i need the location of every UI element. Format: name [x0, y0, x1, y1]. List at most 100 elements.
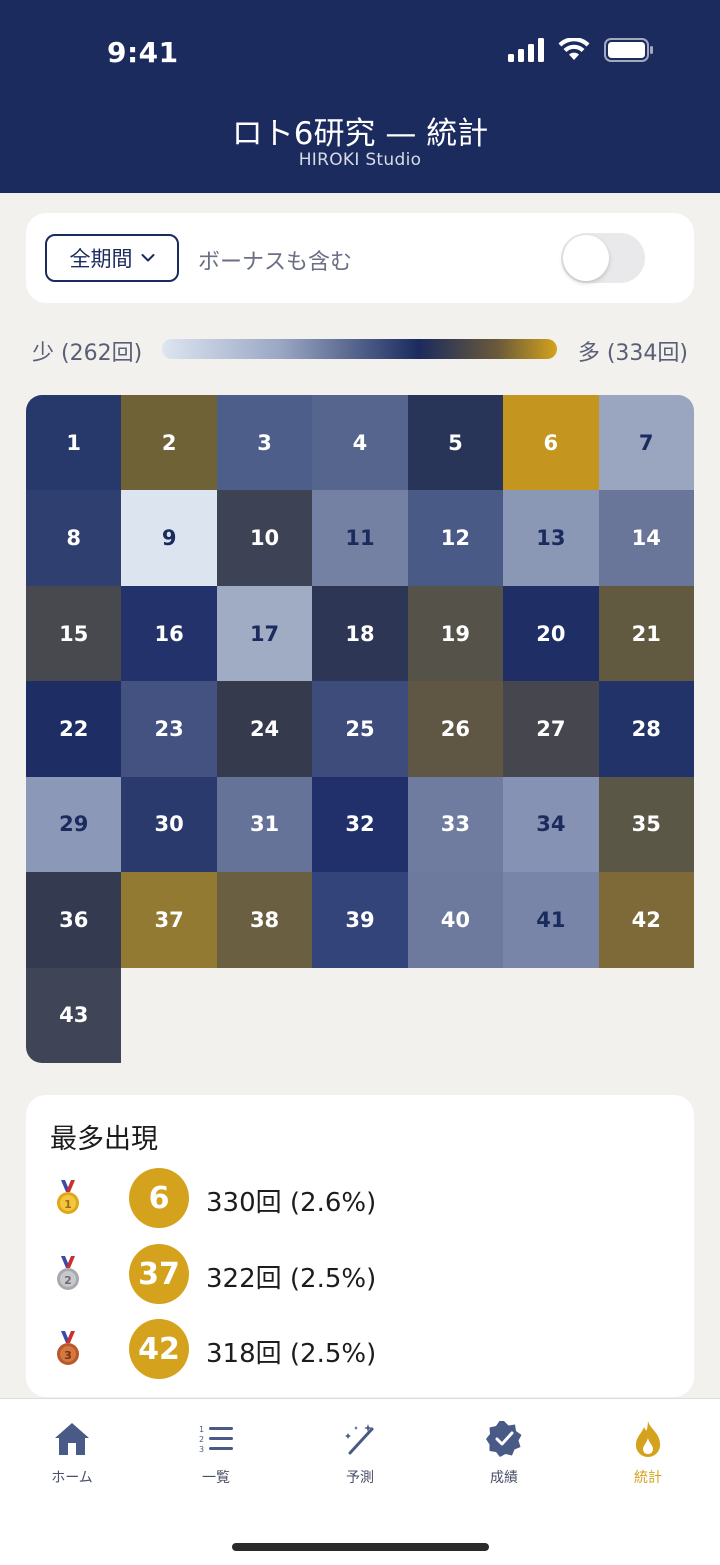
heatmap-cell[interactable]: 4 — [312, 395, 408, 491]
tab-list-label: 一覧 — [202, 1470, 230, 1486]
heatmap-cell[interactable]: 23 — [121, 681, 217, 777]
tab-home-label: ホーム — [51, 1470, 93, 1486]
bonus-toggle[interactable] — [561, 233, 645, 283]
home-icon — [52, 1419, 92, 1459]
period-select[interactable]: 全期間 — [45, 234, 179, 282]
heatmap-cell[interactable]: 35 — [598, 776, 694, 873]
bonus-toggle-label: ボーナスも含む — [198, 250, 353, 275]
svg-text:3: 3 — [199, 1445, 204, 1454]
heatmap-cell[interactable]: 41 — [503, 872, 599, 968]
heatmap-cell[interactable]: 10 — [216, 490, 313, 586]
heatmap-cell[interactable]: 6 — [503, 395, 599, 491]
silver-medal-icon: 2 — [57, 1256, 79, 1290]
heatmap-cell[interactable]: 20 — [503, 585, 599, 682]
page-title: ロト6研究 — 統計 — [231, 116, 489, 152]
rank-stat: 330回 (2.6%) — [206, 1188, 377, 1218]
flame-icon — [628, 1419, 668, 1459]
tab-stats-label: 統計 — [634, 1470, 662, 1486]
heatmap-cell[interactable]: 24 — [216, 681, 313, 777]
heatmap-cell[interactable]: 13 — [503, 490, 599, 586]
svg-text:2: 2 — [199, 1435, 204, 1444]
rank-row-1[interactable]: 1 6 330回 (2.6%) — [50, 1168, 650, 1228]
heatmap-cell[interactable]: 8 — [26, 490, 122, 586]
heatmap-cell[interactable]: 34 — [503, 776, 599, 873]
page-subtitle: HIROKI Studio — [298, 150, 422, 170]
heatmap-cell[interactable]: 12 — [407, 490, 504, 586]
legend-low-label: 少 (262回) — [32, 341, 143, 366]
heatmap-cell[interactable]: 28 — [598, 681, 694, 777]
app-header: 9:41 ロト6研究 — 統計 HIROKI Studio — [0, 0, 720, 193]
heatmap-cell[interactable]: 31 — [216, 776, 313, 873]
cellular-signal-icon — [508, 38, 544, 62]
tab-predict[interactable]: 予測 — [288, 1419, 432, 1487]
period-select-label: 全期間 — [69, 247, 133, 271]
rank-stat: 318回 (2.5%) — [206, 1339, 377, 1369]
rank-row-2[interactable]: 2 37 322回 (2.5%) — [50, 1244, 650, 1304]
heatmap-cell[interactable]: 11 — [312, 490, 408, 586]
bronze-medal-icon: 3 — [57, 1331, 79, 1365]
heatmap-cell[interactable]: 22 — [26, 681, 122, 777]
number-heatmap-grid: 1 2 3 4 5 6 7 8 9 10 11 12 13 14 15 16 17 18 19 20 21 22 23 24 2… — [26, 395, 694, 1063]
svg-text:2: 2 — [64, 1274, 72, 1287]
legend-gradient-bar — [162, 339, 557, 359]
svg-text:3: 3 — [64, 1349, 72, 1362]
heatmap-cell[interactable]: 14 — [598, 490, 694, 586]
heatmap-cell[interactable]: 9 — [121, 490, 217, 586]
heatmap-cell[interactable]: 19 — [407, 585, 504, 682]
svg-text:1: 1 — [64, 1198, 72, 1211]
toggle-knob — [563, 235, 609, 281]
tab-stats[interactable]: 統計 — [576, 1419, 720, 1487]
status-icons — [508, 38, 654, 62]
numbered-list-icon: 1 2 3 — [196, 1419, 236, 1459]
heatmap-cell[interactable]: 39 — [312, 872, 408, 968]
filter-card: 全期間 ボーナスも含む — [26, 213, 694, 303]
battery-icon — [604, 38, 653, 62]
heatmap-cell[interactable]: 16 — [121, 585, 217, 682]
most-frequent-title: 最多出現 — [50, 1124, 158, 1155]
rank-stat: 322回 (2.5%) — [206, 1264, 377, 1294]
heatmap-cell[interactable]: 7 — [598, 395, 694, 491]
heatmap-cell[interactable]: 37 — [121, 872, 217, 968]
legend-high-label: 多 (334回) — [577, 341, 688, 366]
tab-predict-label: 予測 — [346, 1470, 374, 1486]
verified-badge-icon — [484, 1419, 524, 1459]
heatmap-cell[interactable]: 15 — [26, 585, 122, 682]
heatmap-legend: 少 (262回) 多 (334回) — [32, 333, 688, 366]
heatmap-cell[interactable]: 25 — [312, 681, 408, 777]
gold-medal-icon: 1 — [57, 1180, 79, 1214]
heatmap-cell[interactable]: 38 — [216, 872, 313, 968]
tab-results-label: 成績 — [490, 1470, 518, 1486]
heatmap-cell[interactable]: 21 — [598, 585, 694, 682]
chevron-down-icon — [141, 254, 154, 262]
most-frequent-card: 最多出現 1 6 330回 (2.6%) 2 37 322回 (2.5%) 3 — [26, 1095, 694, 1397]
heatmap-cell[interactable]: 40 — [407, 872, 504, 968]
heatmap-cell[interactable]: 1 — [26, 395, 122, 491]
tab-home[interactable]: ホーム — [0, 1419, 144, 1487]
home-indicator — [232, 1543, 489, 1551]
magic-wand-icon — [340, 1419, 380, 1459]
heatmap-cell[interactable]: 26 — [407, 681, 504, 777]
heatmap-cell[interactable]: 2 — [121, 395, 217, 491]
heatmap-cell[interactable]: 42 — [598, 872, 694, 968]
svg-text:1: 1 — [199, 1425, 204, 1434]
heatmap-cell[interactable]: 18 — [312, 585, 408, 682]
heatmap-cell[interactable]: 29 — [26, 776, 122, 873]
ball-number: 42 — [129, 1319, 189, 1379]
heatmap-cell[interactable]: 30 — [121, 776, 217, 873]
rank-row-3[interactable]: 3 42 318回 (2.5%) — [50, 1319, 650, 1379]
heatmap-cell[interactable]: 43 — [26, 967, 122, 1063]
heatmap-cell[interactable]: 33 — [407, 776, 504, 873]
tab-list[interactable]: 1 2 3 一覧 — [144, 1419, 288, 1487]
ball-number: 6 — [129, 1168, 189, 1228]
tab-bar: ホーム 1 2 3 一覧 予測 成績 統計 — [0, 1398, 720, 1565]
heatmap-cell[interactable]: 36 — [26, 872, 122, 968]
tab-results[interactable]: 成績 — [432, 1419, 576, 1487]
ball-number: 37 — [129, 1244, 189, 1304]
heatmap-cell[interactable]: 17 — [216, 585, 313, 682]
heatmap-cell[interactable]: 27 — [503, 681, 599, 777]
wifi-icon — [558, 38, 590, 60]
status-time: 9:41 — [107, 36, 179, 69]
heatmap-cell[interactable]: 32 — [312, 776, 408, 873]
heatmap-cell[interactable]: 5 — [407, 395, 504, 491]
heatmap-cell[interactable]: 3 — [216, 395, 313, 491]
